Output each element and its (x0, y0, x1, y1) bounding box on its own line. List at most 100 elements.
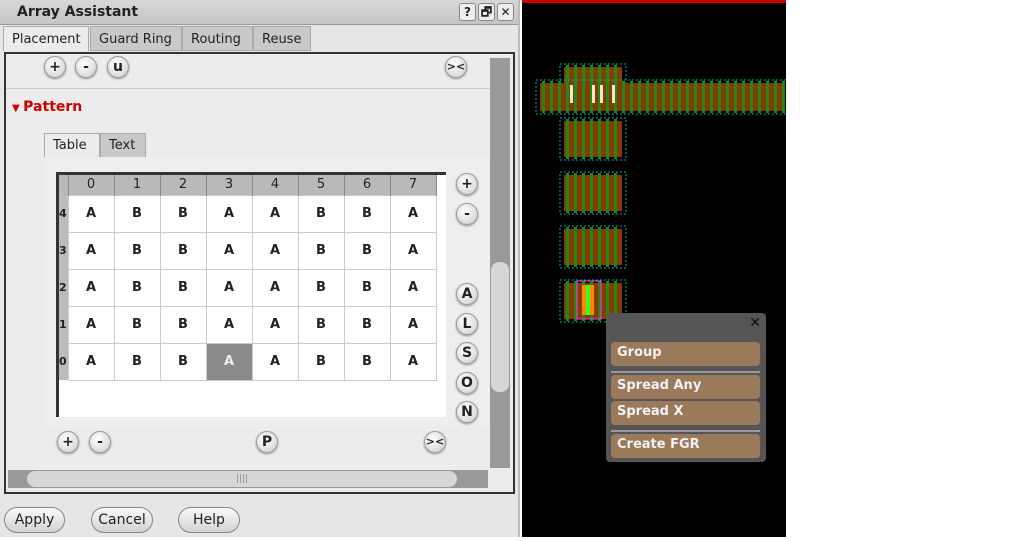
table-cell[interactable]: A (205, 194, 253, 233)
pattern-section-header[interactable]: ▼ Pattern (12, 99, 82, 115)
menu-item-create-fgr[interactable]: Create FGR (611, 434, 760, 458)
collapse-button[interactable]: >< (445, 56, 467, 78)
table-cell[interactable]: B (343, 194, 391, 233)
tab-placement[interactable]: Placement (3, 26, 89, 51)
add-row-button[interactable]: + (456, 173, 478, 195)
table-cell[interactable]: A (389, 305, 437, 344)
tab-routing[interactable]: Routing (182, 26, 253, 51)
row-header[interactable]: 2 (59, 269, 68, 306)
table-cell[interactable]: A (251, 342, 299, 381)
table-cell[interactable]: A (205, 342, 253, 381)
poly-finger (686, 81, 689, 113)
help-button[interactable]: Help (178, 507, 240, 533)
close-icon[interactable]: ✕ (497, 3, 514, 21)
letter-l-button[interactable]: L (456, 312, 478, 335)
table-cell[interactable]: A (389, 194, 437, 233)
table-cell[interactable]: A (251, 305, 299, 344)
table-cell[interactable]: A (389, 342, 437, 381)
column-header[interactable]: 3 (206, 175, 253, 195)
table-cell[interactable]: B (297, 231, 345, 270)
table-cell[interactable]: A (67, 194, 115, 233)
row-header[interactable]: 4 (59, 195, 68, 232)
menu-item-group[interactable]: Group (611, 342, 760, 366)
restore-icon[interactable]: 🗗 (478, 3, 495, 21)
letter-s-button[interactable]: S (456, 342, 478, 364)
u-button[interactable]: u (107, 56, 129, 78)
p-button[interactable]: P (256, 431, 278, 453)
table-cell[interactable]: B (343, 268, 391, 307)
table-cell[interactable]: B (343, 305, 391, 344)
column-header[interactable]: 1 (114, 175, 161, 195)
menu-item-spread-x[interactable]: Spread X (611, 401, 760, 425)
table-cell[interactable]: A (67, 342, 115, 381)
table-cell[interactable]: B (297, 342, 345, 381)
table-cell[interactable]: B (159, 194, 207, 233)
add-button[interactable]: + (44, 56, 66, 78)
column-header[interactable]: 5 (298, 175, 345, 195)
poly-finger (614, 173, 617, 213)
table-cell[interactable]: B (113, 342, 161, 381)
letter-a-button[interactable]: A (456, 283, 478, 305)
table-cell[interactable]: B (159, 305, 207, 344)
poly-finger (574, 81, 577, 113)
table-cell[interactable]: A (67, 231, 115, 270)
table-cell[interactable]: B (297, 268, 345, 307)
table-cell[interactable]: B (297, 194, 345, 233)
table-cell[interactable]: B (113, 194, 161, 233)
table-cell[interactable]: A (251, 231, 299, 270)
help-icon[interactable]: ? (459, 3, 476, 21)
table-cell[interactable]: A (205, 268, 253, 307)
poly-finger (742, 81, 745, 113)
popup-close-icon[interactable]: ✕ (749, 315, 761, 331)
table-cell[interactable]: A (251, 194, 299, 233)
remove-column-button[interactable]: - (89, 431, 111, 453)
table-cell[interactable]: B (297, 305, 345, 344)
table-cell[interactable]: B (159, 342, 207, 381)
table-cell[interactable]: A (205, 231, 253, 270)
apply-button[interactable]: Apply (4, 507, 65, 533)
table-row: 4ABBAABBA (59, 194, 437, 233)
table-cell[interactable]: B (113, 305, 161, 344)
table-cell[interactable]: A (67, 305, 115, 344)
window-title: Array Assistant (17, 4, 139, 20)
table-cell[interactable]: B (113, 268, 161, 307)
poly-finger (566, 281, 569, 321)
subtab-table[interactable]: Table (44, 133, 100, 158)
table-cell[interactable]: A (205, 305, 253, 344)
row-header[interactable]: 3 (59, 232, 68, 269)
column-header[interactable]: 6 (344, 175, 391, 195)
letter-o-button[interactable]: O (456, 371, 478, 394)
column-header[interactable]: 2 (160, 175, 207, 195)
table-cell[interactable]: B (113, 231, 161, 270)
table-cell[interactable]: A (389, 268, 437, 307)
column-header[interactable]: 0 (68, 175, 115, 195)
poly-finger (630, 81, 633, 113)
table-cell[interactable]: B (159, 268, 207, 307)
collapse-table-button[interactable]: >< (424, 431, 446, 453)
cancel-button[interactable]: Cancel (91, 507, 153, 533)
subtab-text[interactable]: Text (100, 133, 146, 158)
table-cell[interactable]: A (67, 268, 115, 307)
table-cell[interactable]: B (343, 342, 391, 381)
horizontal-scroll-thumb[interactable]: |||| (27, 471, 457, 487)
menu-item-spread-any[interactable]: Spread Any (611, 375, 760, 399)
column-header[interactable]: 4 (252, 175, 299, 195)
poly-finger (566, 227, 569, 267)
divider (6, 88, 490, 89)
remove-button[interactable]: - (75, 56, 97, 78)
context-popup: ✕ Group Spread Any Spread X Create FGR (606, 313, 766, 462)
expand-triangle-icon: ▼ (12, 103, 24, 114)
remove-row-button[interactable]: - (456, 203, 478, 225)
add-column-button[interactable]: + (57, 431, 79, 453)
letter-n-button[interactable]: N (456, 401, 478, 423)
tab-reuse[interactable]: Reuse (253, 26, 311, 51)
column-header[interactable]: 7 (390, 175, 437, 195)
row-header[interactable]: 1 (59, 306, 68, 343)
table-cell[interactable]: A (251, 268, 299, 307)
vertical-scroll-thumb[interactable] (491, 262, 509, 392)
table-cell[interactable]: B (159, 231, 207, 270)
row-header[interactable]: 0 (59, 343, 68, 380)
table-cell[interactable]: A (389, 231, 437, 270)
table-cell[interactable]: B (343, 231, 391, 270)
tab-guard-ring[interactable]: Guard Ring (90, 26, 182, 51)
